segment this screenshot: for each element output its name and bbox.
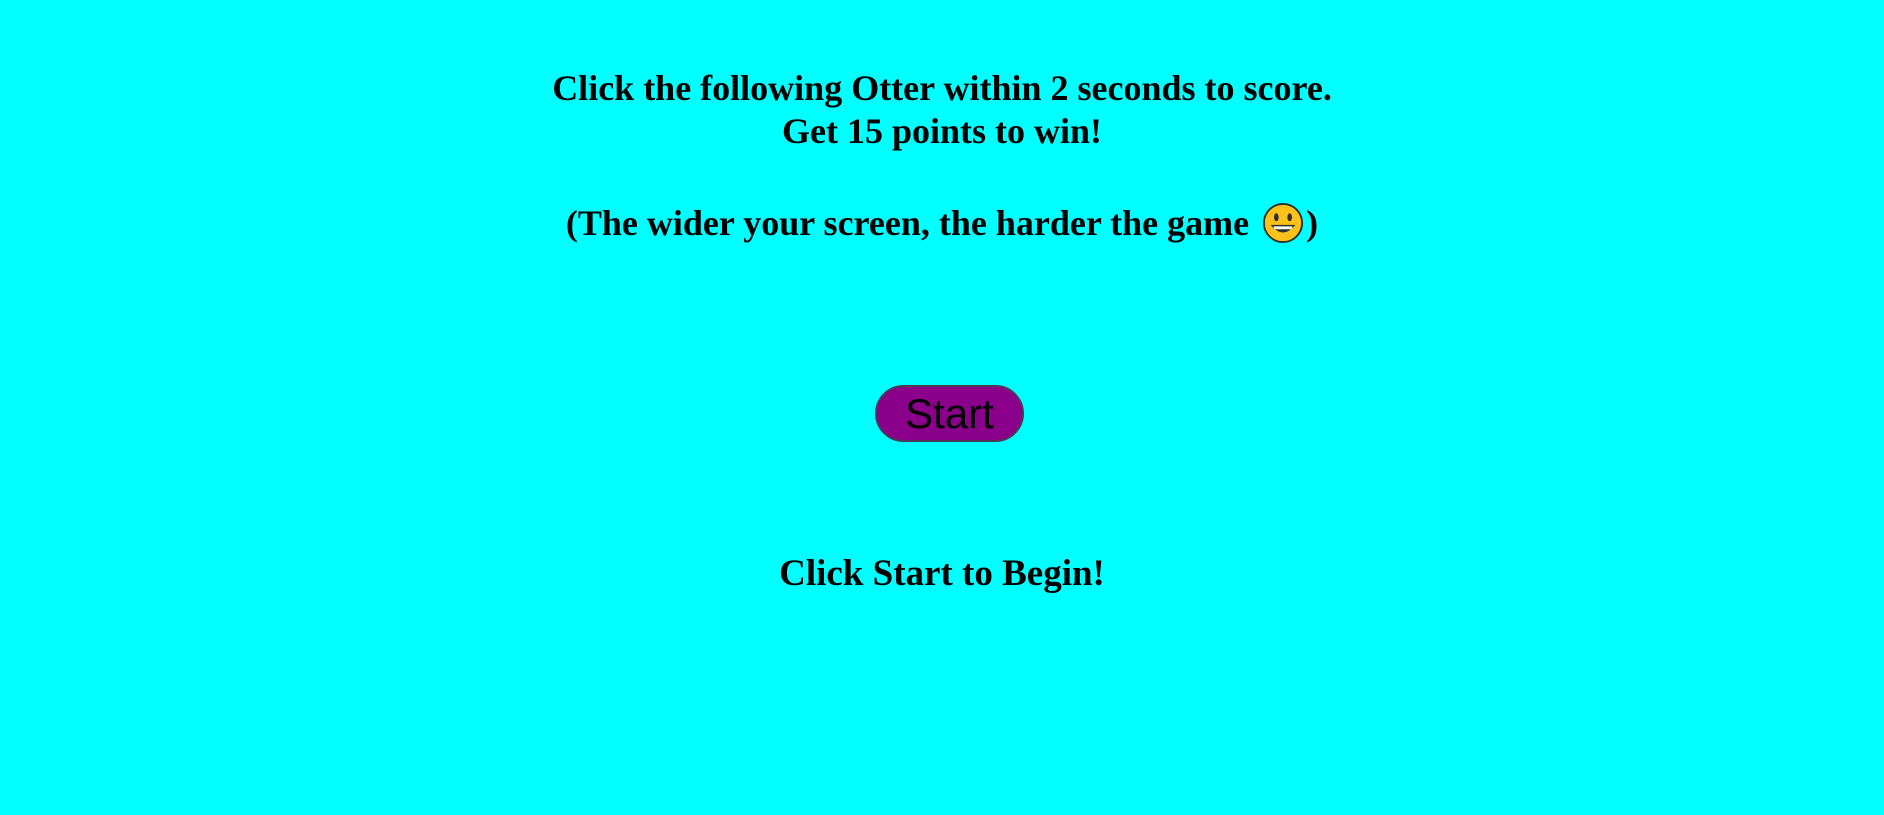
difficulty-note: (The wider your screen, the harder the g…	[0, 200, 1884, 246]
start-button[interactable]: Start	[875, 385, 1024, 442]
instructions-line-2: Get 15 points to win!	[781, 111, 1102, 151]
status-message: Click Start to Begin!	[779, 553, 1105, 594]
difficulty-note-text: (The wider your screen, the harder the g…	[565, 203, 1259, 243]
grinning-face-icon	[1263, 202, 1304, 244]
game-page: Click the following Otter within 2 secon…	[0, 0, 1884, 815]
difficulty-note-close: )	[1306, 203, 1319, 243]
instructions-line-1: Click the following Otter within 2 secon…	[552, 68, 1332, 108]
